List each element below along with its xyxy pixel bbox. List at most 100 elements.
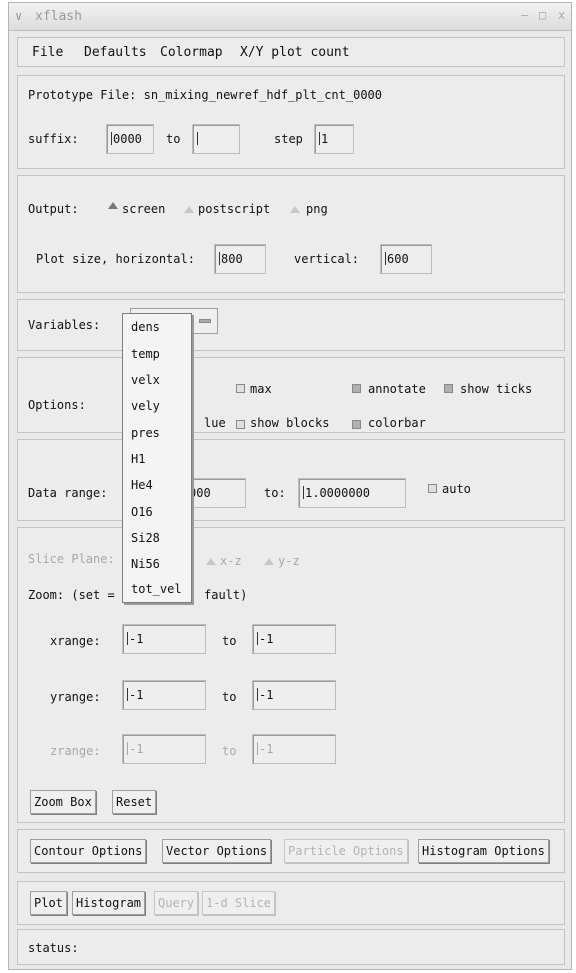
slice-yz-label[interactable]: y-z [278, 554, 300, 568]
yrange-from-input[interactable]: -1 [122, 680, 206, 710]
option-partial-label[interactable]: lue [204, 416, 226, 430]
step-input[interactable]: 1 [314, 124, 354, 154]
status-label: status: [28, 941, 79, 955]
variables-option-dens[interactable]: dens [131, 320, 160, 334]
zrange-from-value: -1 [129, 742, 144, 756]
zrange-from-input[interactable]: -1 [122, 734, 206, 764]
histogram-button[interactable]: Histogram [72, 891, 146, 915]
data-range-panel: Data range: 000 to: 1.0000000 auto [17, 439, 565, 521]
option-menu-indicator-icon [199, 319, 211, 323]
suffix-from-input[interactable]: 0000 [106, 124, 154, 154]
variables-option-ni56[interactable]: Ni56 [131, 557, 160, 571]
data-range-from-input[interactable]: 000 [184, 478, 246, 508]
variables-option-velx[interactable]: velx [131, 373, 160, 387]
slice-xz-radio[interactable] [206, 558, 216, 565]
output-png-radio[interactable] [290, 206, 300, 213]
output-screen-radio[interactable] [108, 202, 118, 209]
show-blocks-checkbox[interactable] [236, 420, 245, 429]
yrange-from-value: -1 [129, 688, 144, 702]
suffix-to-label: to [166, 132, 181, 146]
particle-options-button[interactable]: Particle Options [284, 839, 408, 863]
colorbar-label[interactable]: colorbar [368, 416, 426, 430]
variables-option-o16[interactable]: O16 [131, 505, 153, 519]
zoom-box-button[interactable]: Zoom Box [30, 790, 96, 814]
data-range-label: Data range: [28, 486, 108, 500]
zoom-label-right: fault) [204, 588, 248, 602]
slice-xz-label[interactable]: x-z [220, 554, 242, 568]
output-postscript-label[interactable]: postscript [198, 202, 270, 216]
text-cursor [319, 132, 320, 145]
yrange-label: yrange: [50, 690, 101, 704]
xrange-to-input[interactable]: -1 [252, 624, 336, 654]
menu-xy-plot-count[interactable]: X/Y plot count [240, 45, 350, 60]
query-button[interactable]: Query [154, 891, 199, 915]
max-label[interactable]: max [250, 382, 272, 396]
zrange-to-label: to [222, 744, 237, 758]
menu-file[interactable]: File [32, 45, 63, 60]
variables-option-temp[interactable]: temp [131, 347, 160, 361]
annotate-label[interactable]: annotate [368, 382, 426, 396]
action-buttons-panel: Plot Histogram Query 1-d Slice [17, 881, 565, 925]
plot-size-horizontal-input[interactable]: 800 [214, 244, 266, 274]
plot-button[interactable]: Plot [30, 891, 67, 915]
minimize-icon[interactable]: – [521, 8, 528, 22]
annotate-checkbox[interactable] [352, 384, 361, 393]
yrange-to-label: to [222, 690, 237, 704]
vector-options-button[interactable]: Vector Options [162, 839, 272, 863]
show-blocks-label[interactable]: show blocks [250, 416, 329, 430]
variables-option-vely[interactable]: vely [131, 399, 160, 413]
text-cursor [257, 632, 258, 645]
variables-dropdown-menu[interactable]: dens temp velx vely pres H1 He4 O16 Si28… [122, 313, 192, 603]
data-range-to-label: to: [264, 486, 286, 500]
zoom-panel: Slice Plane: x-z y-z Zoom: (set = fault)… [17, 527, 565, 823]
variables-label: Variables: [28, 318, 101, 332]
max-checkbox[interactable] [236, 384, 245, 393]
show-ticks-checkbox[interactable] [444, 384, 453, 393]
zrange-to-input[interactable]: -1 [252, 734, 336, 764]
data-range-to-input[interactable]: 1.0000000 [298, 478, 406, 508]
variables-option-si28[interactable]: Si28 [131, 531, 160, 545]
status-panel: status: [17, 929, 565, 965]
histogram-options-button[interactable]: Histogram Options [418, 839, 549, 863]
variables-option-pres[interactable]: pres [131, 426, 160, 440]
text-cursor [127, 742, 128, 755]
menu-bar: File Defaults Colormap X/Y plot count [17, 37, 565, 67]
options-label: Options: [28, 398, 86, 412]
maximize-icon[interactable]: □ [539, 8, 546, 22]
window-menu-icon[interactable]: ∨ [15, 9, 22, 23]
menu-colormap[interactable]: Colormap [160, 45, 223, 60]
output-panel: Output: screen postscript png Plot size,… [17, 175, 565, 293]
show-ticks-label[interactable]: show ticks [460, 382, 532, 396]
1d-slice-button[interactable]: 1-d Slice [202, 891, 276, 915]
output-png-label[interactable]: png [306, 202, 328, 216]
output-postscript-radio[interactable] [184, 206, 194, 213]
xrange-to-value: -1 [259, 632, 274, 646]
close-icon[interactable]: x [558, 8, 565, 22]
suffix-to-input[interactable] [192, 124, 240, 154]
step-value: 1 [321, 132, 329, 146]
auto-label[interactable]: auto [442, 482, 471, 496]
text-cursor [219, 252, 220, 265]
output-screen-label[interactable]: screen [122, 202, 165, 216]
zoom-label-left: Zoom: (set = [28, 588, 115, 602]
menu-defaults[interactable]: Defaults [84, 45, 147, 60]
variables-option-he4[interactable]: He4 [131, 478, 153, 492]
options-panel: Options: max annotate show ticks lue sho… [17, 357, 565, 433]
auto-checkbox[interactable] [428, 484, 437, 493]
suffix-from-value: 0000 [113, 132, 142, 146]
prototype-file-label: Prototype File: sn_mixing_newref_hdf_plt… [28, 88, 383, 102]
yrange-to-input[interactable]: -1 [252, 680, 336, 710]
variables-option-tot-vel[interactable]: tot_vel [131, 582, 182, 596]
reset-button[interactable]: Reset [112, 790, 157, 814]
xrange-from-input[interactable]: -1 [122, 624, 206, 654]
plot-size-vertical-label: vertical: [294, 252, 360, 266]
zrange-to-value: -1 [259, 742, 274, 756]
text-cursor [197, 132, 198, 145]
step-label: step [274, 132, 303, 146]
title-bar[interactable]: ∨ xflash – □ x [9, 3, 571, 31]
slice-yz-radio[interactable] [264, 558, 274, 565]
plot-size-vertical-input[interactable]: 600 [380, 244, 432, 274]
variables-option-h1[interactable]: H1 [131, 452, 145, 466]
colorbar-checkbox[interactable] [352, 420, 361, 429]
contour-options-button[interactable]: Contour Options [30, 839, 147, 863]
